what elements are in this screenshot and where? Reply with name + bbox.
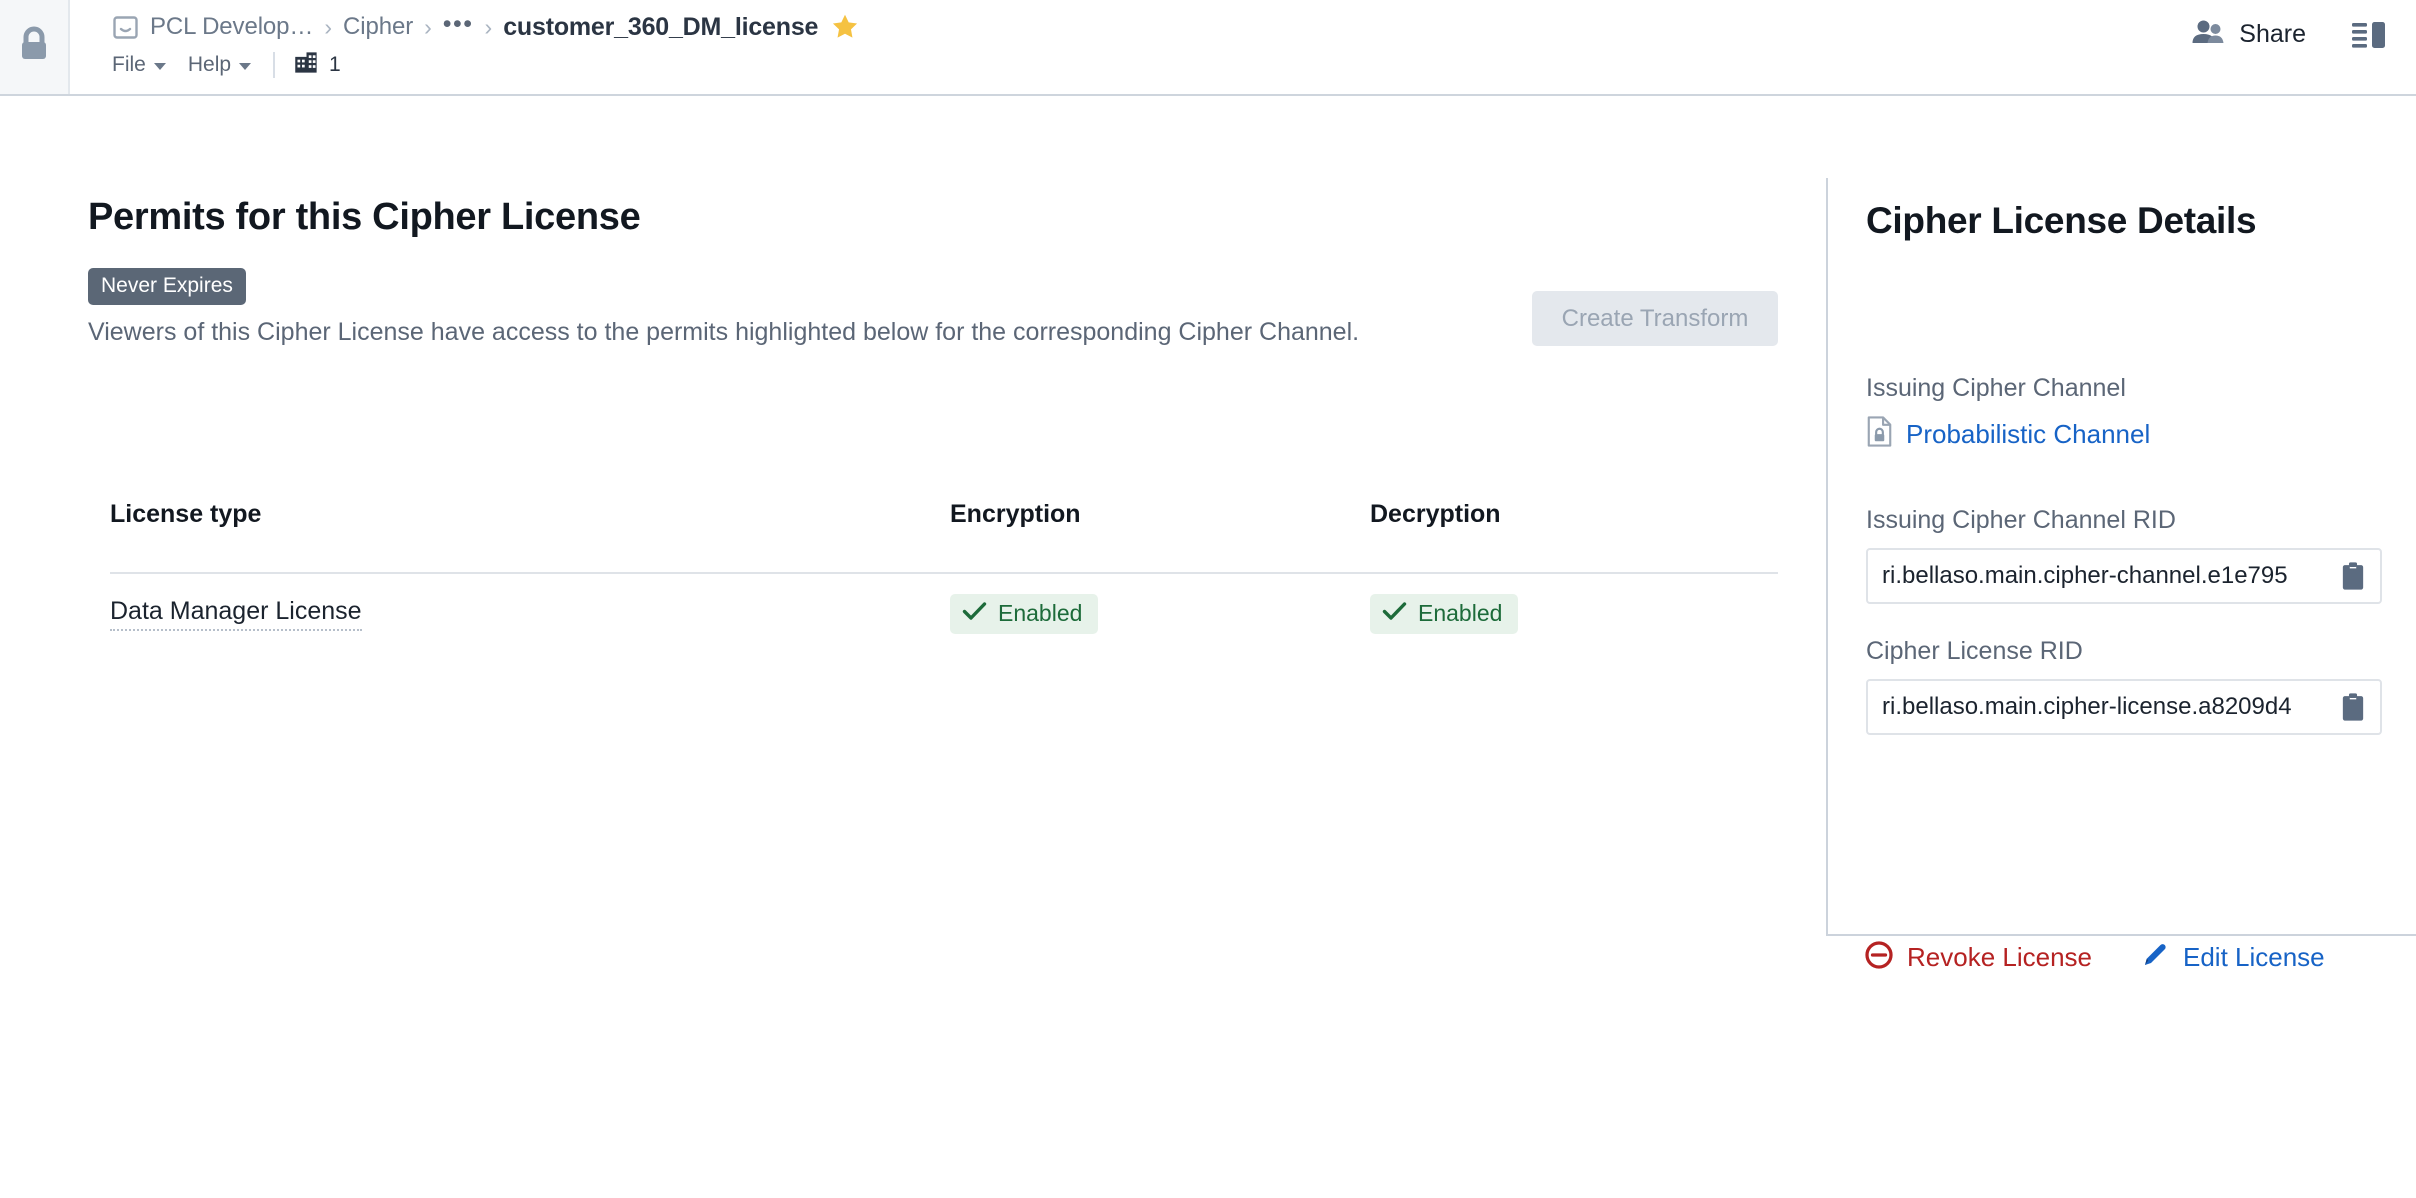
status-badge-expiry: Never Expires [88,268,246,305]
organization-count: 1 [329,53,341,76]
lock-icon [16,25,52,70]
document-lock-icon [1866,416,1893,452]
menu-file[interactable]: File [112,53,166,77]
breadcrumb-item-0[interactable]: PCL Develop… [150,13,313,41]
document-icon [112,14,139,41]
main-content: Permits for this Cipher License Never Ex… [0,96,1826,1198]
table-row: Data Manager License Enabled Enabled [110,574,1778,654]
table-header-row: License type Encryption Decryption [110,496,1778,574]
menu-bar: File Help 1 [112,47,341,83]
clipboard-copy-icon[interactable] [2340,692,2366,722]
share-label: Share [2239,20,2306,48]
chevron-down-icon [239,62,252,70]
header-body: PCL Develop… › Cipher › ••• › customer_3… [72,0,2416,94]
issuing-cipher-channel-value: Probabilistic Channel [1906,418,2151,449]
cipher-license-rid-value: ri.bellaso.main.cipher-license.a8209d4 [1882,693,2292,720]
permits-table: License type Encryption Decryption Data … [110,496,1778,654]
clipboard-copy-icon[interactable] [2340,561,2366,591]
header-actions: Share [2191,18,2386,51]
revoke-license-button[interactable]: Revoke License [1864,940,2092,975]
label-cipher-license-rid: Cipher License RID [1866,637,2083,665]
issuing-cipher-channel-link[interactable]: Probabilistic Channel [1866,416,2150,452]
details-panel-title: Cipher License Details [1866,200,2257,241]
star-favorite-icon[interactable] [830,12,860,42]
menu-divider [273,52,276,78]
breadcrumb-separator: › [324,13,332,40]
page-title-breadcrumb: customer_360_DM_license [503,12,819,41]
column-header-license-type: License type [110,500,262,528]
minus-circle-icon [1864,940,1894,975]
cipher-license-details-panel: Cipher License Details Issuing Cipher Ch… [1826,178,2416,972]
app-header: PCL Develop… › Cipher › ••• › customer_3… [0,0,2416,96]
breadcrumb: PCL Develop… › Cipher › ••• › customer_3… [112,8,860,46]
status-badge-decryption: Enabled [1370,594,1519,634]
column-header-encryption: Encryption [950,500,1081,528]
edit-license-label: Edit License [2183,942,2325,972]
license-type-value[interactable]: Data Manager License [110,597,362,631]
check-icon [962,601,987,626]
issuing-cipher-channel-rid-field[interactable]: ri.bellaso.main.cipher-channel.e1e795 [1866,548,2382,604]
issuing-cipher-channel-rid-value: ri.bellaso.main.cipher-channel.e1e795 [1882,562,2288,589]
breadcrumb-item-1[interactable]: Cipher [343,13,413,41]
cell-decryption: Enabled [1370,594,1778,634]
organization-indicator[interactable]: 1 [293,49,341,81]
share-button[interactable]: Share [2191,18,2306,51]
label-issuing-cipher-channel: Issuing Cipher Channel [1866,374,2126,402]
cell-license-type: Data Manager License [110,597,950,631]
status-badge-encryption: Enabled [950,594,1099,634]
check-icon [1382,601,1407,626]
decryption-status-label: Enabled [1418,600,1503,626]
create-transform-button[interactable]: Create Transform [1532,291,1778,346]
menu-file-label: File [112,53,146,76]
breadcrumb-overflow-ellipsis[interactable]: ••• [443,11,474,37]
column-header-decryption: Decryption [1370,500,1501,528]
edit-license-button[interactable]: Edit License [2140,940,2325,975]
encryption-status-label: Enabled [998,600,1083,626]
right-panel-toggle-icon[interactable] [2352,20,2386,50]
menu-help[interactable]: Help [187,53,252,77]
label-issuing-cipher-channel-rid: Issuing Cipher Channel RID [1866,506,2176,534]
breadcrumb-separator: › [424,13,432,40]
revoke-license-label: Revoke License [1907,942,2092,972]
people-share-icon [2191,18,2225,51]
details-action-row: Revoke License Edit License [1864,940,2325,975]
breadcrumb-separator: › [484,13,493,40]
pencil-edit-icon [2140,940,2170,975]
cipher-license-rid-field[interactable]: ri.bellaso.main.cipher-license.a8209d4 [1866,679,2382,735]
cell-encryption: Enabled [950,594,1370,634]
menu-help-label: Help [187,53,232,76]
page-subtitle: Viewers of this Cipher License have acce… [88,318,1360,346]
organization-building-icon [293,49,320,81]
page-title: Permits for this Cipher License [88,196,641,238]
secure-lock-rail [0,0,70,94]
chevron-down-icon [153,62,166,70]
